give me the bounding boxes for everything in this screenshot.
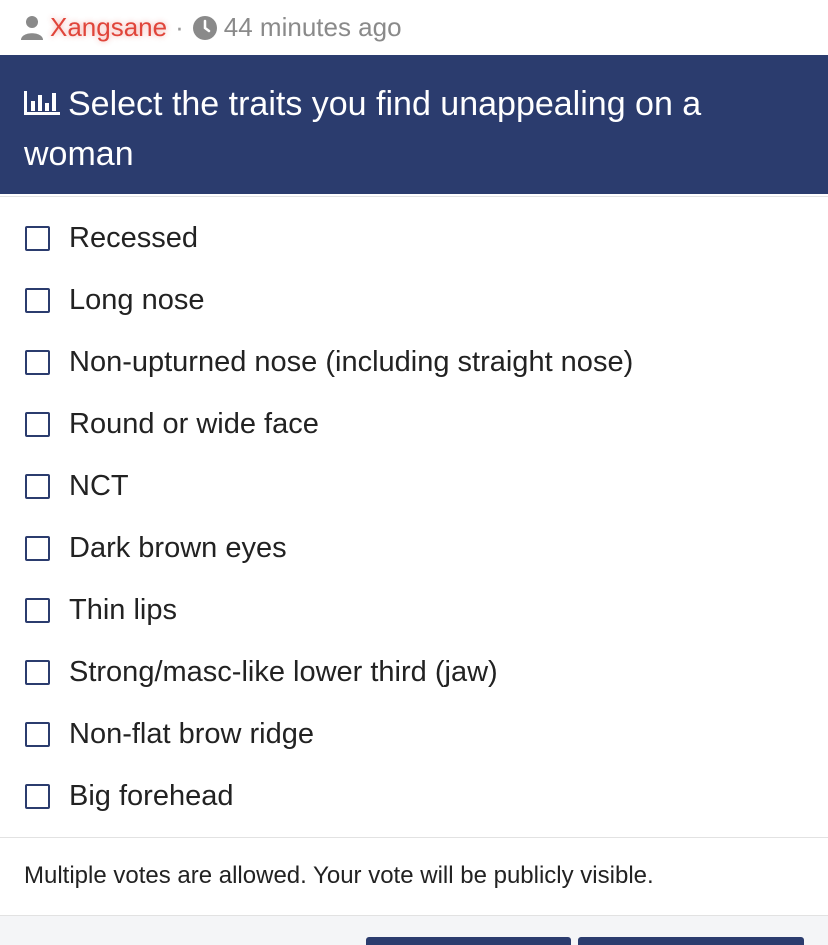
meta-separator: · bbox=[175, 12, 184, 42]
poll-option[interactable]: NCT bbox=[0, 455, 828, 517]
poll-option[interactable]: Recessed bbox=[0, 207, 828, 269]
option-label[interactable]: Round or wide face bbox=[69, 408, 319, 441]
bar-chart-icon bbox=[24, 81, 60, 115]
option-label[interactable]: Thin lips bbox=[69, 594, 177, 627]
divider bbox=[0, 837, 828, 838]
clock-icon bbox=[192, 15, 218, 41]
poll-option[interactable]: Thin lips bbox=[0, 579, 828, 641]
option-label[interactable]: Recessed bbox=[69, 222, 198, 255]
poll-options: Recessed Long nose Non-upturned nose (incl… bbox=[0, 196, 828, 812]
poll-title: Select the traits you find unappealing o… bbox=[24, 85, 702, 173]
option-checkbox[interactable] bbox=[25, 349, 50, 375]
poll-option[interactable]: Big forehead bbox=[0, 765, 828, 827]
option-checkbox[interactable] bbox=[25, 783, 50, 809]
poll-option[interactable]: Long nose bbox=[0, 269, 828, 331]
option-label[interactable]: NCT bbox=[69, 470, 129, 503]
poll-note: Multiple votes are allowed. Your vote wi… bbox=[24, 862, 654, 889]
option-label[interactable]: Non-upturned nose (including straight no… bbox=[69, 346, 633, 379]
option-checkbox[interactable] bbox=[25, 473, 50, 499]
post-meta: Xangsane · 44 minutes ago bbox=[0, 0, 828, 55]
option-checkbox[interactable] bbox=[25, 225, 50, 251]
poll-option[interactable]: Non-flat brow ridge bbox=[0, 703, 828, 765]
poll-option[interactable]: Strong/masc-like lower third (jaw) bbox=[0, 641, 828, 703]
vote-button[interactable] bbox=[366, 937, 571, 945]
poll-header: Select the traits you find unappealing o… bbox=[0, 55, 828, 194]
option-label[interactable]: Non-flat brow ridge bbox=[69, 718, 314, 751]
option-label[interactable]: Strong/masc-like lower third (jaw) bbox=[69, 656, 498, 689]
option-checkbox[interactable] bbox=[25, 287, 50, 313]
poll-option[interactable]: Dark brown eyes bbox=[0, 517, 828, 579]
option-checkbox[interactable] bbox=[25, 535, 50, 561]
option-checkbox[interactable] bbox=[25, 597, 50, 623]
option-label[interactable]: Dark brown eyes bbox=[69, 532, 287, 565]
user-icon bbox=[20, 15, 44, 41]
option-label[interactable]: Long nose bbox=[69, 284, 204, 317]
author-username[interactable]: Xangsane bbox=[50, 12, 167, 43]
option-label[interactable]: Big forehead bbox=[69, 780, 233, 813]
poll-option[interactable]: Non-upturned nose (including straight no… bbox=[0, 331, 828, 393]
option-checkbox[interactable] bbox=[25, 659, 50, 685]
poll-option[interactable]: Round or wide face bbox=[0, 393, 828, 455]
option-checkbox[interactable] bbox=[25, 411, 50, 437]
view-results-button[interactable] bbox=[578, 937, 804, 945]
option-checkbox[interactable] bbox=[25, 721, 50, 747]
post-timestamp: 44 minutes ago bbox=[223, 12, 402, 42]
